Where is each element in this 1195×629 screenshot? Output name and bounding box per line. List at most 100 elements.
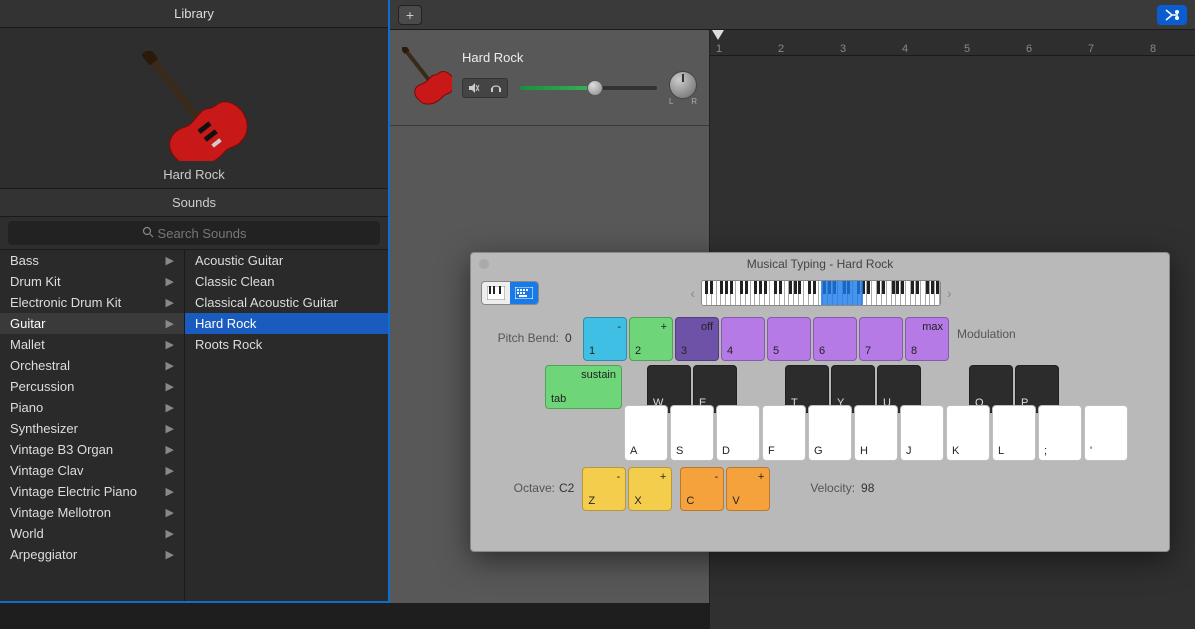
track-toolbar: + [390,0,1195,30]
add-track-button[interactable]: + [398,5,422,25]
library-title: Library [0,0,388,28]
chevron-right-icon: ▶ [166,254,174,267]
category-item[interactable]: Guitar▶ [0,313,184,334]
category-item[interactable]: Piano▶ [0,397,184,418]
ruler[interactable]: 12345678 [710,30,1195,56]
track-row[interactable]: Hard Rock LR [390,30,709,126]
transpose-key[interactable]: -C [680,467,724,511]
white-key[interactable]: J [900,405,944,461]
chevron-right-icon: ▶ [166,464,174,477]
white-key[interactable]: D [716,405,760,461]
chevron-right-icon: ▶ [166,548,174,561]
playhead-icon[interactable] [712,30,724,40]
window-titlebar[interactable]: Musical Typing - Hard Rock [471,253,1169,275]
category-item[interactable]: Mallet▶ [0,334,184,355]
octave-key[interactable]: +X [628,467,672,511]
modulation-key[interactable]: 7 [859,317,903,361]
white-key[interactable]: ' [1084,405,1128,461]
category-item[interactable]: Percussion▶ [0,376,184,397]
octave-left-chevron-icon[interactable]: ‹ [690,285,695,301]
category-item[interactable]: Drum Kit▶ [0,271,184,292]
track-name: Hard Rock [462,50,697,65]
sounds-header: Sounds [0,188,388,217]
octave-right-chevron-icon[interactable]: › [947,285,952,301]
ruler-tick: 4 [902,43,908,55]
chevron-right-icon: ▶ [166,485,174,498]
chevron-right-icon: ▶ [166,527,174,540]
mini-keyboard[interactable] [701,280,941,306]
category-item[interactable]: Vintage Clav▶ [0,460,184,481]
headphones-icon[interactable] [485,79,507,97]
preset-item[interactable]: Acoustic Guitar [185,250,388,271]
volume-slider[interactable] [520,86,657,90]
preset-item[interactable]: Roots Rock [185,334,388,355]
pitch-bend-value: 0 [565,317,583,345]
pitch-bend-label: Pitch Bend: [485,317,565,345]
category-item[interactable]: Vintage Electric Piano▶ [0,481,184,502]
ruler-tick: 7 [1088,43,1094,55]
white-key[interactable]: A [624,405,668,461]
white-key[interactable]: H [854,405,898,461]
preset-item[interactable]: Classical Acoustic Guitar [185,292,388,313]
modulation-label: Modulation [949,317,1016,341]
octave-label: Octave: [485,467,555,495]
octave-key[interactable]: -Z [582,467,626,511]
modulation-key[interactable]: +2 [629,317,673,361]
close-icon[interactable] [479,259,489,269]
chevron-right-icon: ▶ [166,380,174,393]
search-icon [142,226,154,241]
preset-list[interactable]: Acoustic GuitarClassic CleanClassical Ac… [185,250,388,601]
white-key[interactable]: F [762,405,806,461]
white-key[interactable]: L [992,405,1036,461]
category-item[interactable]: Arpeggiator▶ [0,544,184,565]
split-regions-button[interactable] [1157,5,1187,25]
track-instrument-icon [402,47,452,108]
ruler-tick: 5 [964,43,970,55]
chevron-right-icon: ▶ [166,401,174,414]
category-item[interactable]: Bass▶ [0,250,184,271]
white-key[interactable]: S [670,405,714,461]
chevron-right-icon: ▶ [166,317,174,330]
pan-knob[interactable] [669,71,697,99]
sustain-key[interactable]: sustain tab [545,365,622,409]
modulation-key[interactable]: -1 [583,317,627,361]
mute-solo-toggle[interactable] [462,78,508,98]
category-item[interactable]: Vintage Mellotron▶ [0,502,184,523]
white-key[interactable]: ; [1038,405,1082,461]
piano-mode-icon[interactable] [482,282,510,304]
category-item[interactable]: Vintage B3 Organ▶ [0,439,184,460]
mute-icon[interactable] [463,79,485,97]
ruler-tick: 2 [778,43,784,55]
category-item[interactable]: Synthesizer▶ [0,418,184,439]
keyboard-mode-toggle[interactable] [481,281,539,305]
velocity-label: Velocity: [810,467,861,495]
ruler-tick: 6 [1026,43,1032,55]
modulation-key[interactable]: 4 [721,317,765,361]
transpose-key[interactable]: +V [726,467,770,511]
chevron-right-icon: ▶ [166,296,174,309]
chevron-right-icon: ▶ [166,422,174,435]
musical-typing-window[interactable]: Musical Typing - Hard Rock ‹ › Pitch Ben… [470,252,1170,552]
velocity-value: 98 [861,467,874,495]
category-item[interactable]: Electronic Drum Kit▶ [0,292,184,313]
instrument-name: Hard Rock [163,167,224,182]
octave-value: C2 [555,467,582,495]
library-panel: Library Hard Rock Sounds Search S [0,0,390,603]
modulation-key[interactable]: off3 [675,317,719,361]
search-bar[interactable]: Search Sounds [0,217,388,250]
category-item[interactable]: Orchestral▶ [0,355,184,376]
category-item[interactable]: World▶ [0,523,184,544]
white-key[interactable]: K [946,405,990,461]
preset-item[interactable]: Hard Rock [185,313,388,334]
modulation-key[interactable]: 5 [767,317,811,361]
window-title: Musical Typing - Hard Rock [471,257,1169,271]
modulation-key[interactable]: 6 [813,317,857,361]
chevron-right-icon: ▶ [166,506,174,519]
chevron-right-icon: ▶ [166,275,174,288]
category-list[interactable]: Bass▶Drum Kit▶Electronic Drum Kit▶Guitar… [0,250,185,601]
preset-item[interactable]: Classic Clean [185,271,388,292]
ruler-tick: 8 [1150,43,1156,55]
modulation-key[interactable]: max8 [905,317,949,361]
white-key[interactable]: G [808,405,852,461]
typing-mode-icon[interactable] [510,282,538,304]
